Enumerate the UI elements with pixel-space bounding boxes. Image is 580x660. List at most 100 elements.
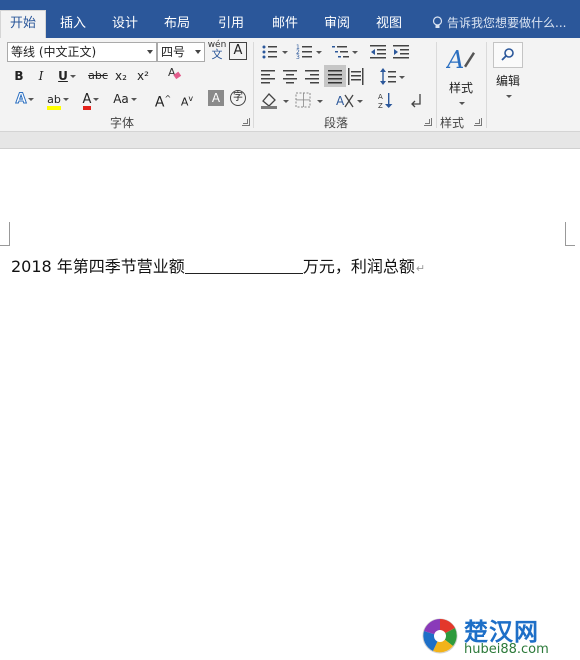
underline-button[interactable]: U xyxy=(54,66,80,86)
document-paragraph[interactable]: 2018 年第四季节营业额 万元，利润总额↵ xyxy=(11,255,425,281)
lightbulb-icon xyxy=(432,16,443,28)
watermark-url: hubei88.com xyxy=(464,642,549,657)
font-color-button[interactable]: A xyxy=(76,89,106,110)
group-divider xyxy=(436,42,437,128)
svg-text:Z: Z xyxy=(378,102,383,110)
borders-icon[interactable] xyxy=(295,92,323,108)
change-case-label: Aa xyxy=(113,92,129,106)
margin-corner-right xyxy=(565,222,575,246)
superscript-button[interactable]: x² xyxy=(134,66,152,86)
tab-review[interactable]: 审阅 xyxy=(314,9,360,38)
paragraph-mark: ↵ xyxy=(415,262,426,275)
svg-text:3: 3 xyxy=(296,54,300,61)
chevron-down-icon xyxy=(147,50,153,54)
chevron-down-icon xyxy=(28,98,35,101)
font-family-value: 等线 (中文正文) xyxy=(11,45,97,59)
line-spacing-icon[interactable] xyxy=(380,68,405,85)
shrink-font-button[interactable]: Av xyxy=(178,89,196,109)
svg-text:A: A xyxy=(446,46,464,74)
justify-icon[interactable] xyxy=(324,65,346,87)
doc-text-after: 万元，利润总额 xyxy=(302,257,415,276)
align-right-icon[interactable] xyxy=(305,70,319,84)
font-size-value: 四号 xyxy=(161,45,186,59)
editing-button-label: 编辑 xyxy=(495,74,520,88)
tab-mailings[interactable]: 邮件 xyxy=(262,9,308,38)
chinese-layout-icon[interactable]: A xyxy=(336,94,363,108)
styles-group-label: 样式 xyxy=(440,116,465,130)
align-left-icon[interactable] xyxy=(261,70,275,84)
font-color-label: A xyxy=(82,93,92,110)
enclose-characters-button[interactable]: 字 xyxy=(230,90,246,106)
editing-icon-frame xyxy=(493,42,523,68)
chevron-down-icon xyxy=(62,98,69,101)
margin-corner-left xyxy=(0,222,10,246)
bold-button[interactable]: B xyxy=(10,66,28,86)
ribbon-document-gap xyxy=(0,132,580,149)
increase-indent-icon[interactable] xyxy=(393,45,409,59)
doc-text-before: 2018 年第四季节营业额 xyxy=(11,257,185,276)
chevron-down-icon xyxy=(195,50,201,54)
paragraph-dialog-launcher[interactable] xyxy=(424,118,432,126)
text-effects-label: A xyxy=(15,91,27,108)
tab-home[interactable]: 开始 xyxy=(0,10,46,38)
font-size-combo[interactable]: 四号 xyxy=(157,42,205,62)
watermark-logo-icon xyxy=(422,618,458,654)
tell-me-box[interactable]: 告诉我您想要做什么... xyxy=(432,9,566,38)
font-group-label: 字体 xyxy=(110,116,135,130)
ribbon-tab-bar: 开始 插入 设计 布局 引用 邮件 审阅 视图 告诉我您想要做什么... xyxy=(0,0,580,38)
grow-font-label: A xyxy=(154,94,165,111)
tell-me-text: 告诉我您想要做什么... xyxy=(447,16,567,30)
font-dialog-launcher[interactable] xyxy=(242,118,250,126)
styles-dialog-launcher[interactable] xyxy=(474,118,482,126)
group-divider xyxy=(486,42,487,128)
chevron-down-icon xyxy=(459,102,465,105)
tab-design[interactable]: 设计 xyxy=(102,9,148,38)
phonetic-bottom: 文 xyxy=(211,48,223,61)
align-center-icon[interactable] xyxy=(283,70,297,84)
multilevel-list-icon[interactable] xyxy=(332,46,358,58)
chevron-down-icon xyxy=(69,75,76,78)
shading-icon[interactable] xyxy=(261,93,289,109)
underline-label: U xyxy=(58,69,68,83)
chevron-down-icon xyxy=(130,98,137,101)
clear-formatting-button[interactable]: A xyxy=(164,65,184,85)
subscript-button[interactable]: x₂ xyxy=(112,66,130,86)
tab-insert[interactable]: 插入 xyxy=(50,9,96,38)
highlight-color-button[interactable]: ab xyxy=(42,89,74,110)
tab-references[interactable]: 引用 xyxy=(208,9,254,38)
character-border-button[interactable]: A xyxy=(229,42,247,60)
font-family-combo[interactable]: 等线 (中文正文) xyxy=(7,42,157,62)
chevron-down-icon xyxy=(506,95,512,98)
search-icon xyxy=(501,48,514,61)
grow-font-button[interactable]: A^ xyxy=(154,89,172,111)
styles-button-label: 样式 xyxy=(448,81,473,95)
svg-text:A: A xyxy=(336,94,345,108)
ribbon-home: 等线 (中文正文) 四号 wén 文 A B I U abc x₂ x² A A… xyxy=(0,38,580,132)
group-divider xyxy=(253,42,254,128)
chevron-down-icon xyxy=(93,98,100,101)
phonetic-guide-button[interactable]: wén 文 xyxy=(207,41,227,63)
italic-button[interactable]: I xyxy=(32,66,50,86)
numbering-icon[interactable]: 1 2 3 xyxy=(296,44,322,61)
tab-layout[interactable]: 布局 xyxy=(154,9,200,38)
distributed-icon[interactable] xyxy=(348,68,364,85)
svg-text:A: A xyxy=(378,93,383,101)
tab-view[interactable]: 视图 xyxy=(366,9,412,38)
highlight-label: ab xyxy=(47,94,61,110)
sort-icon[interactable]: AZ xyxy=(378,93,393,110)
strikethrough-button[interactable]: abc xyxy=(86,66,110,86)
document-page[interactable] xyxy=(0,150,580,660)
fill-in-blank xyxy=(184,256,303,274)
eraser-icon: A xyxy=(168,66,182,80)
text-effects-button[interactable]: A xyxy=(10,89,40,109)
change-case-button[interactable]: Aa xyxy=(110,89,140,109)
styles-gallery-button[interactable]: A 样式 xyxy=(443,44,479,108)
decrease-indent-icon[interactable] xyxy=(370,45,386,59)
paragraph-group-label: 段落 xyxy=(324,116,349,130)
show-marks-icon[interactable] xyxy=(411,94,421,108)
editing-button[interactable]: 编辑 xyxy=(492,42,524,108)
paragraph-controls: 1 2 3 A AZ xyxy=(261,44,421,110)
bullets-icon[interactable] xyxy=(262,45,289,59)
character-shading-button[interactable]: A xyxy=(208,90,224,106)
watermark: 楚汉网 hubei88.com xyxy=(420,612,580,660)
